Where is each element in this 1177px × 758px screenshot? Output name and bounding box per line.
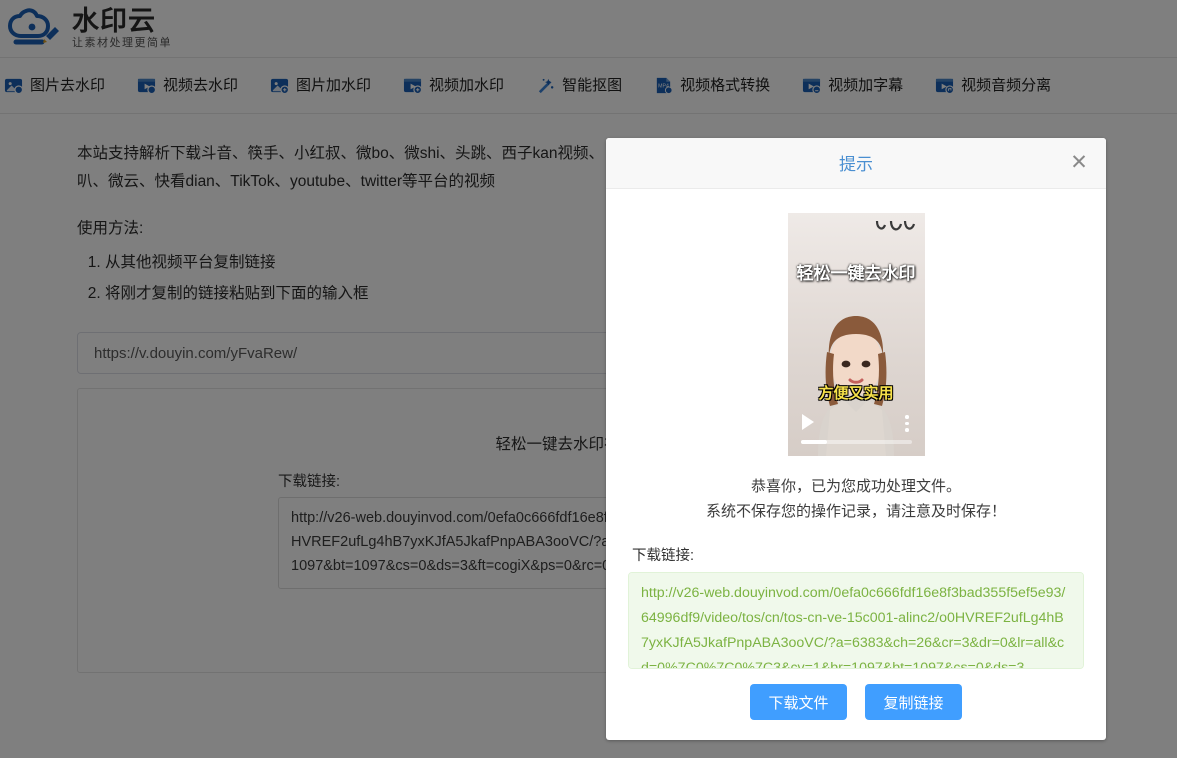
modal-download-url[interactable]: http://v26-web.douyinvod.com/0efa0c666fd…: [628, 572, 1084, 669]
person-photo: [800, 288, 912, 456]
ceiling-lamp-decoration: [871, 219, 917, 241]
video-preview[interactable]: 轻松一键去水印 方便又实用: [788, 213, 925, 456]
play-icon[interactable]: [802, 414, 814, 430]
close-icon[interactable]: ✕: [1066, 150, 1092, 176]
video-progress-bar[interactable]: [801, 440, 912, 444]
download-file-button[interactable]: 下载文件: [750, 684, 847, 720]
modal-title: 提示: [839, 150, 873, 175]
modal-message-line-1: 恭喜你，已为您成功处理文件。: [706, 474, 1006, 499]
modal-message-line-2: 系统不保存您的操作记录，请注意及时保存！: [706, 499, 1006, 524]
video-top-caption: 轻松一键去水印: [788, 259, 925, 284]
modal-download-label: 下载链接:: [632, 544, 694, 565]
modal-body: 轻松一键去水印 方便又实用 恭喜你，已为您成功处理文件。 系统不保存您的操作记录…: [606, 189, 1106, 669]
result-modal: 提示 ✕: [606, 138, 1106, 740]
copy-link-button[interactable]: 复制链接: [865, 684, 962, 720]
modal-message: 恭喜你，已为您成功处理文件。 系统不保存您的操作记录，请注意及时保存！: [706, 474, 1006, 524]
modal-header: 提示 ✕: [606, 138, 1106, 189]
page-root: 水印云 让素材处理更简单 图片去水印: [0, 0, 1177, 758]
video-bottom-caption: 方便又实用: [788, 382, 925, 403]
more-options-icon[interactable]: [905, 415, 909, 432]
modal-footer: 下载文件 复制链接: [606, 669, 1106, 740]
